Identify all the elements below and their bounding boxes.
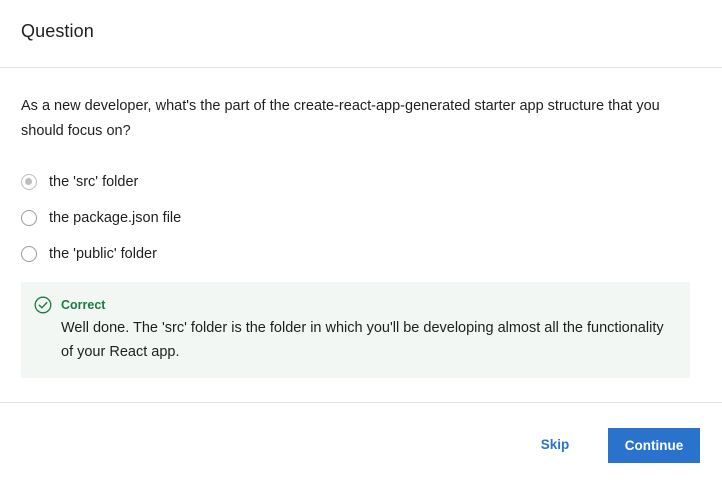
question-text: As a new developer, what's the part of t… xyxy=(21,98,660,139)
radio-button[interactable] xyxy=(21,210,37,226)
answer-options: the 'src' folder the package.json file t… xyxy=(21,164,701,272)
radio-button[interactable] xyxy=(21,246,37,262)
answer-option-public[interactable]: the 'public' folder xyxy=(21,236,701,272)
answer-option-label: the package.json file xyxy=(49,210,182,226)
radio-button-selected[interactable] xyxy=(21,174,37,190)
answer-option-label: the 'public' folder xyxy=(49,246,157,262)
answer-option-label: the 'src' folder xyxy=(49,174,139,190)
skip-button[interactable]: Skip xyxy=(530,427,580,461)
feedback-text: Well done. The 'src' folder is the folde… xyxy=(61,320,664,360)
continue-button[interactable]: Continue xyxy=(608,428,700,463)
answer-option-package-json[interactable]: the package.json file xyxy=(21,200,701,236)
footer: Skip Continue xyxy=(0,402,722,483)
question-content: As a new developer, what's the part of t… xyxy=(0,68,722,378)
answer-option-src[interactable]: the 'src' folder xyxy=(21,164,701,200)
check-circle-icon xyxy=(34,296,52,314)
page-title: Question xyxy=(21,21,94,41)
feedback-title: Correct xyxy=(61,298,106,312)
feedback-box: Correct Well done. The 'src' folder is t… xyxy=(21,282,690,378)
question-header: Question xyxy=(0,0,722,68)
feedback-body: Correct Well done. The 'src' folder is t… xyxy=(61,296,672,364)
